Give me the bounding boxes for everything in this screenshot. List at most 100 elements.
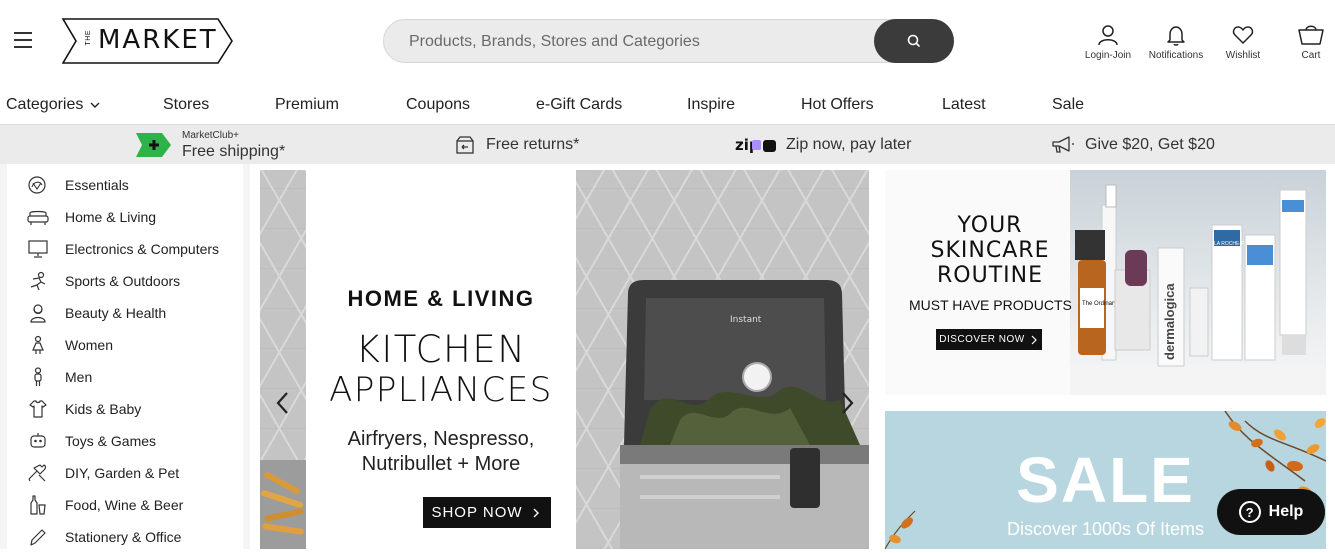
logo-small-text: THE [85, 30, 92, 46]
sidebar-item-label: Kids & Baby [65, 401, 142, 417]
sidebar-item-label: Electronics & Computers [65, 241, 220, 257]
hero-subtitle-line2: Nutribullet + More [361, 453, 521, 475]
sidebar-item-stationery[interactable]: Stationery & Office [7, 521, 243, 553]
carousel-next-button[interactable] [832, 388, 862, 418]
nav-latest[interactable]: Latest [942, 96, 986, 114]
search-button[interactable] [874, 19, 954, 63]
promo-marketclub[interactable]: MarketClub+ Free shipping* [136, 125, 285, 165]
hero-carousel[interactable]: HOME & LIVING KITCHEN APPLIANCES Airfrye… [260, 170, 869, 549]
sidebar-item-electronics[interactable]: Electronics & Computers [7, 233, 243, 265]
promo-zip[interactable]: zip Zip now, pay later [735, 125, 911, 165]
sidebar-item-kids[interactable]: Kids & Baby [7, 393, 243, 425]
referral-label: Give $20, Get $20 [1085, 136, 1215, 153]
heart-icon [1232, 26, 1254, 44]
kids-icon [29, 400, 47, 418]
discover-now-button[interactable]: DISCOVER NOW [936, 329, 1042, 350]
search-bar [383, 19, 954, 63]
search-input[interactable] [409, 31, 879, 53]
carousel-prev-button[interactable] [268, 388, 298, 418]
category-sidebar: Essentials Home & Living Electronics & C… [7, 164, 243, 549]
sidebar-item-label: Food, Wine & Beer [65, 497, 184, 513]
wishlist-label: Wishlist [1225, 50, 1261, 61]
sidebar-item-women[interactable]: Women [7, 329, 243, 361]
notifications-label: Notifications [1148, 50, 1204, 61]
marketclub-small-label: MarketClub+ [182, 129, 239, 141]
sidebar-item-label: Stationery & Office [65, 529, 182, 545]
sidebar-item-label: Sports & Outdoors [65, 273, 181, 289]
chevron-right-icon [842, 392, 854, 414]
skincare-heading-line1: YOUR [957, 213, 1023, 238]
question-icon: ? [1238, 501, 1261, 523]
monitor-icon [28, 240, 48, 258]
nav-sale[interactable]: Sale [1052, 96, 1084, 114]
fries-image [260, 460, 306, 549]
discover-now-label: DISCOVER NOW [939, 334, 1025, 345]
help-label: Help [1268, 503, 1304, 520]
shop-now-button[interactable]: SHOP NOW [423, 497, 551, 528]
free-shipping-label: Free shipping* [182, 142, 286, 160]
hero-title-line1: KITCHEN [355, 328, 527, 371]
svg-text:dermalogica: dermalogica [1162, 283, 1177, 360]
chevron-right-icon [533, 508, 539, 517]
nav-hot-offers[interactable]: Hot Offers [801, 96, 874, 114]
hero-text-panel: HOME & LIVING KITCHEN APPLIANCES Airfrye… [306, 170, 576, 549]
nav-premium[interactable]: Premium [275, 96, 339, 114]
beauty-icon [30, 304, 46, 323]
help-button[interactable]: ? Help [1217, 489, 1325, 535]
promo-free-returns[interactable]: Free returns* [454, 125, 579, 165]
hero-subtitle-line1: Airfryers, Nespresso, [347, 428, 535, 450]
returns-box-icon [456, 136, 474, 154]
skincare-products-illustration: The Ordinary. dermalogica LA ROCHE-POSAY [1070, 184, 1326, 395]
cart-label: Cart [1301, 50, 1321, 61]
wishlist-button[interactable]: Wishlist [1221, 24, 1265, 61]
login-join-label: Login-Join [1084, 50, 1132, 61]
sidebar-item-sports[interactable]: Sports & Outdoors [7, 265, 243, 297]
hamburger-menu-icon[interactable] [14, 32, 32, 48]
megaphone-icon [1052, 136, 1074, 153]
zip-label: Zip now, pay later [786, 136, 912, 153]
nav-inspire[interactable]: Inspire [687, 96, 735, 114]
promo-strip: MarketClub+ Free shipping* Free returns*… [0, 124, 1335, 164]
free-returns-label: Free returns* [486, 136, 580, 153]
notifications-button[interactable]: Notifications [1145, 24, 1207, 61]
sidebar-item-toys[interactable]: Toys & Games [7, 425, 243, 457]
chevron-left-icon [276, 392, 288, 414]
nav-egift-cards[interactable]: e-Gift Cards [536, 96, 622, 114]
sidebar-item-label: Men [65, 369, 93, 385]
user-icon [1098, 25, 1118, 46]
sidebar-item-label: Beauty & Health [65, 305, 167, 321]
bottle-icon [30, 495, 46, 515]
sidebar-item-essentials[interactable]: Essentials [7, 169, 243, 201]
sofa-icon [27, 210, 49, 225]
skincare-banner[interactable]: The Ordinary. dermalogica LA ROCHE-POSAY… [885, 170, 1326, 395]
bell-icon [1167, 26, 1185, 46]
sidebar-item-men[interactable]: Men [7, 361, 243, 393]
sidebar-item-label: Home & Living [65, 209, 157, 225]
skincare-subheading: MUST HAVE PRODUCTS [909, 297, 1072, 313]
sidebar-item-food[interactable]: Food, Wine & Beer [7, 489, 243, 521]
tools-icon [28, 464, 47, 482]
skincare-heading-line2: SKINCARE [930, 238, 1050, 263]
sidebar-item-diy[interactable]: DIY, Garden & Pet [7, 457, 243, 489]
sidebar-item-label: Women [65, 337, 113, 353]
marketclub-plus-icon [136, 133, 171, 157]
login-join-button[interactable]: Login-Join [1083, 24, 1133, 61]
nav-stores[interactable]: Stores [163, 96, 209, 114]
nav-coupons[interactable]: Coupons [406, 96, 470, 114]
chevron-down-icon [90, 102, 100, 108]
nav-categories[interactable]: Categories [6, 96, 100, 114]
svg-text:The Ordinary.: The Ordinary. [1082, 301, 1119, 307]
site-logo[interactable]: THE MARKET [61, 18, 234, 64]
sidebar-item-home-living[interactable]: Home & Living [7, 201, 243, 233]
promo-referral[interactable]: Give $20, Get $20 [1051, 125, 1215, 165]
sidebar-item-beauty[interactable]: Beauty & Health [7, 297, 243, 329]
search-icon [907, 34, 920, 47]
shop-now-label: SHOP NOW [431, 504, 523, 521]
woman-icon [32, 335, 44, 354]
cart-button[interactable]: Cart [1295, 24, 1327, 61]
hero-fries-image [260, 460, 306, 549]
sidebar-item-label: DIY, Garden & Pet [65, 465, 180, 481]
svg-text:Instant: Instant [730, 315, 762, 325]
cart-icon [1298, 25, 1324, 45]
sidebar-item-label: Essentials [65, 177, 129, 193]
